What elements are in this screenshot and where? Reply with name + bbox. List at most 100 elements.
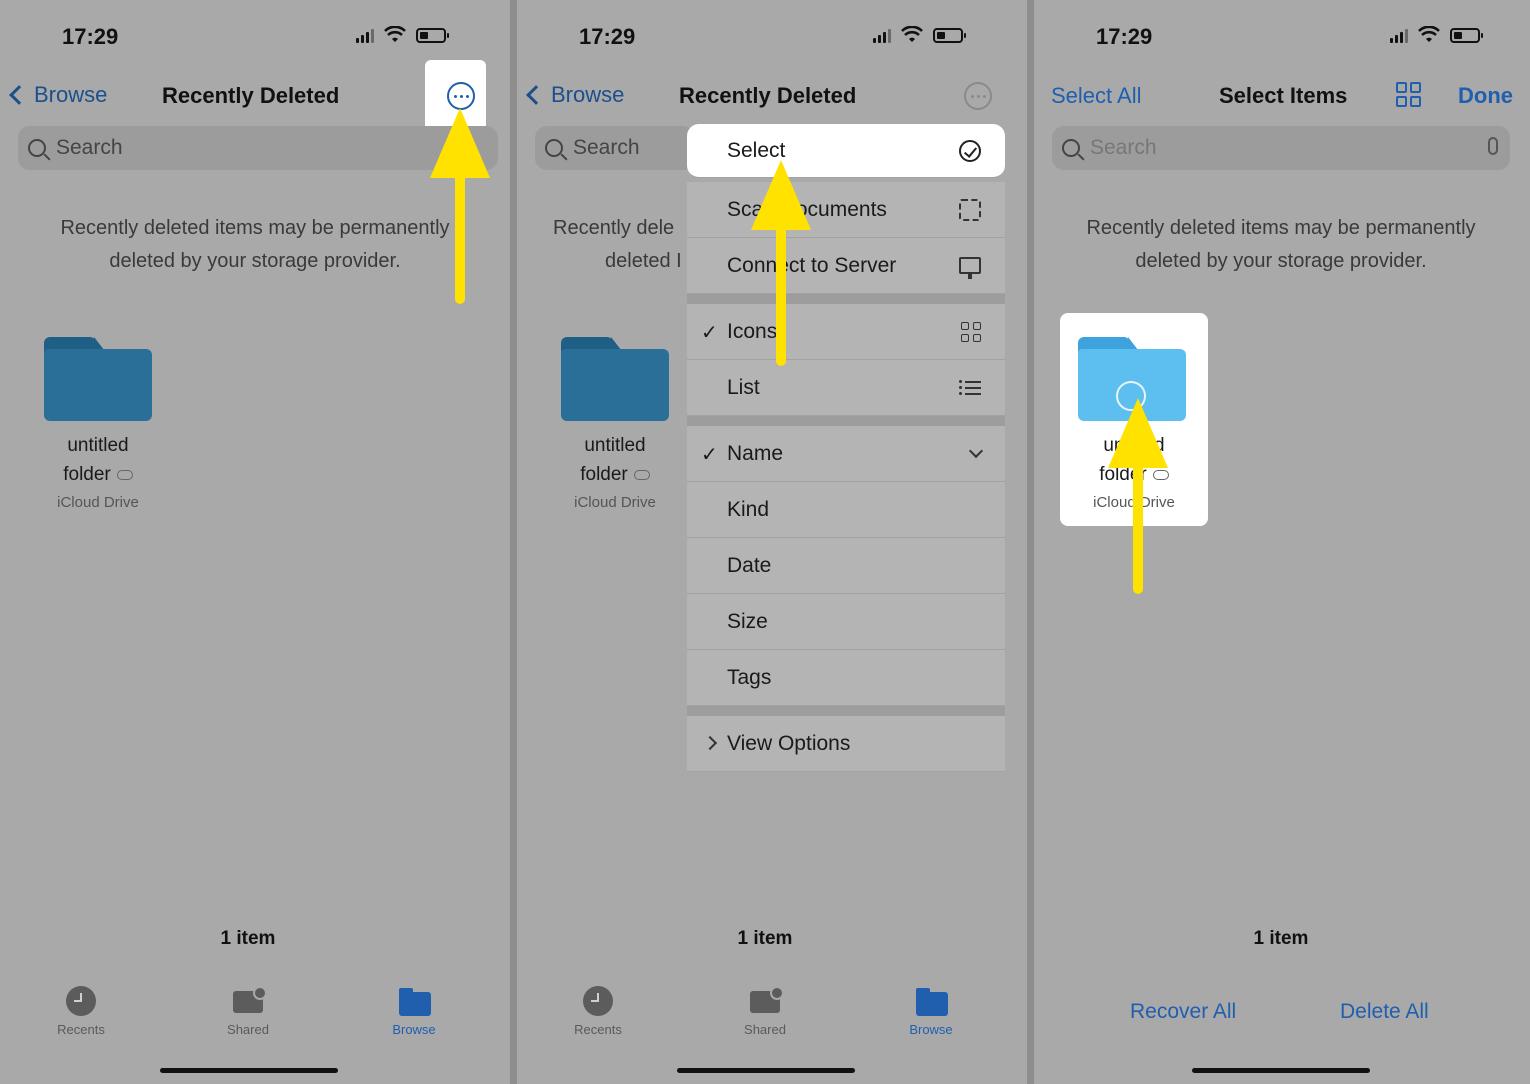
search-icon [28, 139, 46, 157]
menu-item-list[interactable]: List [687, 360, 1005, 416]
cloud-icon [633, 469, 650, 480]
info-text-partial: Recently dele deleted I [553, 212, 693, 278]
menu-item-size[interactable]: Size [687, 594, 1005, 650]
menu-item-name[interactable]: ✓ Name [687, 426, 1005, 482]
menu-item-view-options[interactable]: View Options [687, 716, 1005, 772]
folder-name-line-1: untitled [67, 435, 129, 456]
grid-view-icon[interactable] [1396, 82, 1421, 107]
menu-item-label: View Options [727, 731, 851, 755]
more-options-icon[interactable] [447, 82, 475, 110]
tab-shared-label: Shared [227, 1022, 269, 1037]
status-time: 17:29 [1096, 24, 1153, 49]
tab-shared-label: Shared [744, 1022, 786, 1037]
info-line-2: deleted I [605, 250, 682, 272]
search-placeholder: Search [573, 136, 640, 159]
page-title: Recently Deleted [679, 83, 857, 108]
item-count: 1 item [1253, 928, 1309, 949]
info-line-1: Recently deleted items may be permanentl… [1086, 217, 1476, 239]
search-field[interactable]: Search [1052, 126, 1510, 170]
search-field[interactable]: Search [535, 126, 695, 170]
tab-shared[interactable]: Shared [198, 986, 298, 1037]
checkmark-circle-icon [959, 139, 981, 162]
menu-item-icons[interactable]: ✓ Icons [687, 304, 1005, 360]
context-menu: Select Scan Documents Connect to Server … [687, 124, 1005, 772]
checkmark-icon: ✓ [701, 444, 718, 466]
search-field[interactable]: Search [18, 126, 498, 170]
folder-icon [916, 986, 948, 1016]
back-label: Browse [34, 82, 108, 107]
menu-item-label: Tags [727, 665, 772, 689]
microphone-icon[interactable] [1488, 137, 1498, 155]
chevron-right-icon [702, 735, 718, 751]
checkmark-icon: ✓ [701, 322, 718, 344]
menu-item-date[interactable]: Date [687, 538, 1005, 594]
info-line-1: Recently deleted items may be permanentl… [60, 217, 450, 239]
tab-browse-label: Browse [909, 1022, 953, 1037]
chevron-left-icon [9, 85, 29, 105]
menu-item-tags[interactable]: Tags [687, 650, 1005, 706]
menu-item-select[interactable]: Select [687, 124, 1005, 178]
back-button[interactable]: Browse [525, 82, 624, 108]
folder-name-line-1: untitled [584, 435, 646, 456]
clock-icon [583, 986, 613, 1016]
recover-all-button[interactable]: Recover All [1130, 1000, 1236, 1024]
status-icons [873, 26, 966, 44]
done-button[interactable]: Done [1458, 83, 1513, 109]
folder-name[interactable]: untitled folder [550, 431, 680, 489]
folder-name-line-2: folder [63, 464, 111, 485]
search-placeholder: Search [56, 136, 123, 159]
menu-item-label: Date [727, 553, 772, 577]
home-indicator [677, 1068, 855, 1073]
info-text: Recently deleted items may be permanentl… [1046, 212, 1516, 278]
home-indicator [1192, 1068, 1370, 1073]
folder-icon[interactable] [561, 337, 669, 421]
back-button[interactable]: Browse [8, 82, 107, 108]
clock-icon [66, 986, 96, 1016]
info-line-1: Recently dele [553, 217, 675, 239]
home-indicator [160, 1068, 338, 1073]
tab-recents[interactable]: Recents [548, 986, 648, 1037]
more-options-icon[interactable] [964, 82, 992, 110]
signal-icon [873, 27, 891, 43]
tab-recents[interactable]: Recents [31, 986, 131, 1037]
menu-item-kind[interactable]: Kind [687, 482, 1005, 538]
menu-item-label: List [727, 375, 760, 399]
tab-shared[interactable]: Shared [715, 986, 815, 1037]
status-icons [356, 26, 449, 44]
folder-icon[interactable] [44, 337, 152, 421]
folder-name[interactable]: untitled folder [33, 431, 163, 489]
menu-item-label: Size [727, 609, 768, 633]
yellow-arrow-icon [1106, 398, 1170, 594]
menu-separator [687, 294, 1005, 304]
panel-menu-open: 17:29 Browse Recently Deleted Search Rec… [517, 0, 1027, 1084]
signal-icon [356, 27, 374, 43]
menu-separator [687, 706, 1005, 716]
shared-folder-icon [233, 986, 267, 1016]
shared-folder-icon [750, 986, 784, 1016]
folder-icon [399, 986, 431, 1016]
search-placeholder: Search [1090, 136, 1157, 159]
cloud-icon [116, 469, 133, 480]
battery-icon [1450, 27, 1483, 43]
delete-all-button[interactable]: Delete All [1340, 1000, 1429, 1024]
menu-item-connect-server[interactable]: Connect to Server [687, 238, 1005, 294]
panel-browse-recently-deleted: 17:29 Browse Recently Deleted Search Rec… [0, 0, 510, 1084]
info-line-2: deleted by your storage provider. [109, 250, 401, 272]
info-line-2: deleted by your storage provider. [1135, 250, 1427, 272]
page-title: Recently Deleted [162, 83, 340, 108]
chevron-left-icon [526, 85, 546, 105]
page-title: Select Items [1219, 83, 1348, 108]
panel-select-items: 17:29 Select All Select Items Done Searc… [1034, 0, 1530, 1084]
tab-browse[interactable]: Browse [364, 986, 464, 1037]
menu-item-scan-documents[interactable]: Scan Documents [687, 182, 1005, 238]
search-icon [1062, 139, 1080, 157]
grid-icon [961, 321, 981, 342]
wifi-icon [901, 26, 923, 42]
search-icon [545, 139, 563, 157]
tab-recents-label: Recents [574, 1022, 622, 1037]
select-all-button[interactable]: Select All [1051, 83, 1142, 109]
tab-browse-label: Browse [392, 1022, 436, 1037]
yellow-arrow-icon [428, 108, 492, 304]
tab-browse[interactable]: Browse [881, 986, 981, 1037]
folder-name-line-2: folder [580, 464, 628, 485]
